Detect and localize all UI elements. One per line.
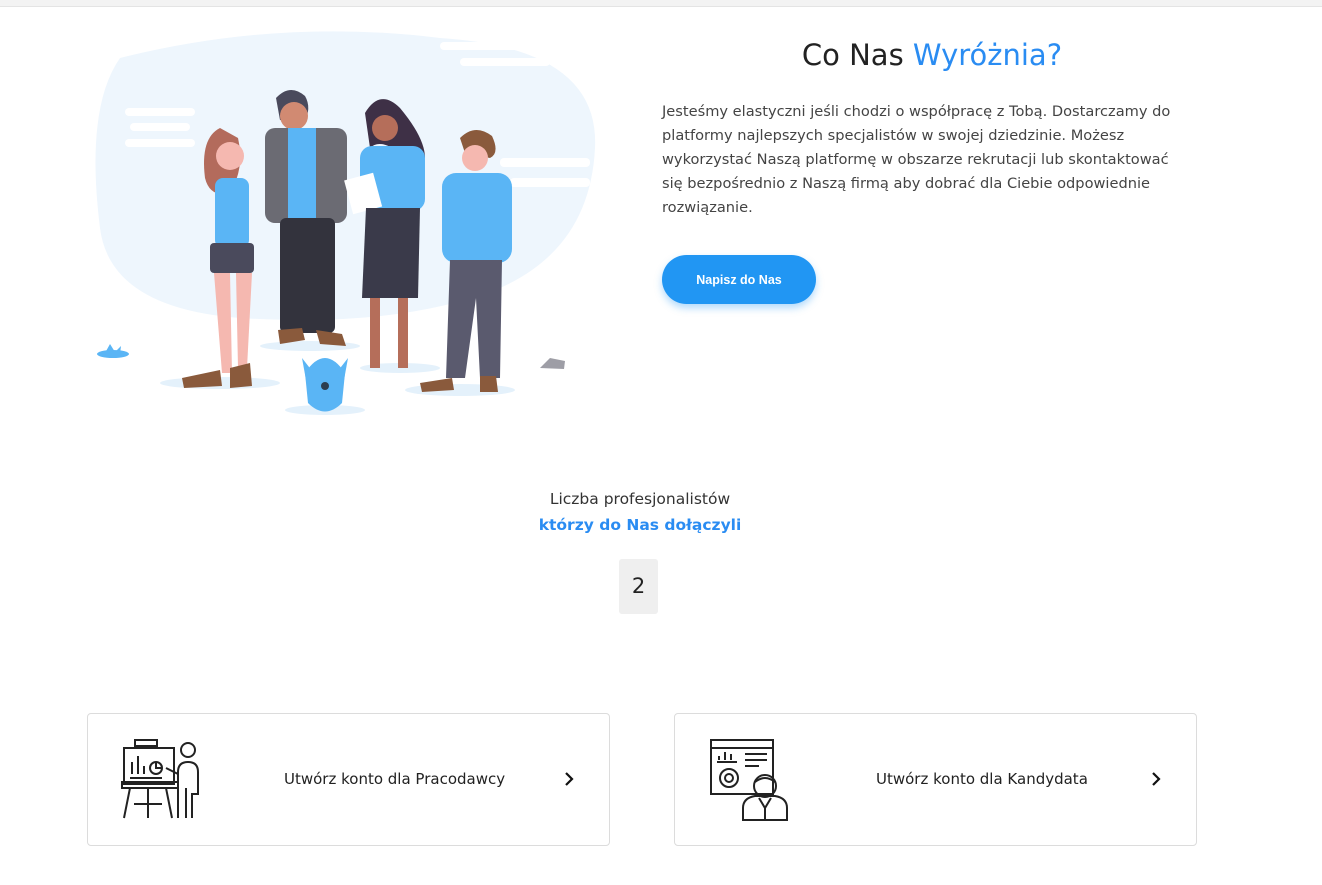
hero-title-accent: Wyróżnia? <box>912 38 1063 72</box>
team-illustration <box>95 31 596 415</box>
candidate-dashboard-icon <box>710 739 788 821</box>
hero-title: Co Nas Wyróżnia? <box>662 38 1202 72</box>
professionals-count: 2 <box>619 559 658 614</box>
employer-card-label: Utwórz konto dla Pracodawcy <box>284 770 506 788</box>
chevron-right-icon <box>565 772 574 786</box>
hero-title-plain: Co Nas <box>801 38 913 72</box>
presentation-board-icon <box>121 739 199 819</box>
top-border <box>0 0 1322 7</box>
candidate-account-card[interactable]: Utwórz konto dla Kandydata <box>674 713 1197 846</box>
employer-account-card[interactable]: Utwórz konto dla Pracodawcy <box>87 713 610 846</box>
contact-us-button[interactable]: Napisz do Nas <box>662 255 816 304</box>
hero-description: Jesteśmy elastyczni jeśli chodzi o współ… <box>662 103 1171 216</box>
chevron-right-icon <box>1152 772 1161 786</box>
stats-label: Liczba profesjonalistów <box>549 490 731 508</box>
stats-sublabel: którzy do Nas dołączyli <box>538 516 742 534</box>
candidate-card-label: Utwórz konto dla Kandydata <box>876 770 1088 788</box>
